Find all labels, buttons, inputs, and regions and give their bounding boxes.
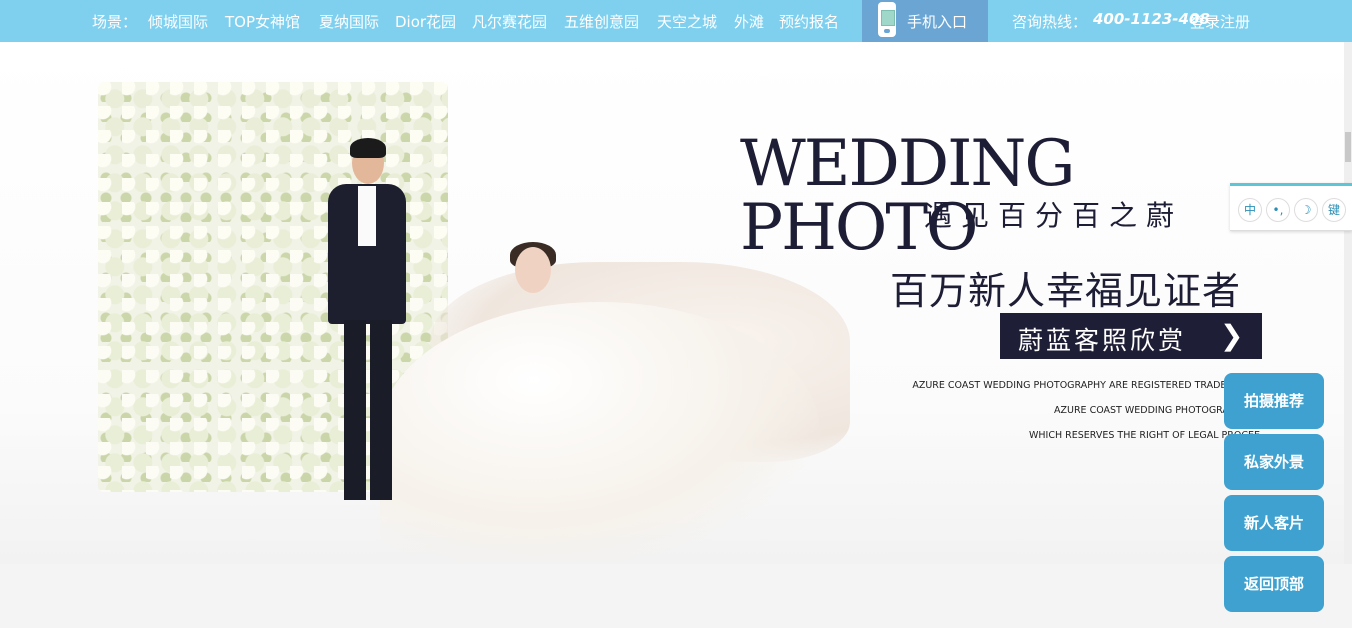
trademark-line: AZURE COAST WEDDING PHOTOGRAPHY W (1054, 404, 1260, 416)
mobile-entry-button[interactable]: 手机入口 (862, 0, 988, 42)
side-button-client-photos[interactable]: 新人客片 (1224, 495, 1324, 551)
ime-toolbar: 中 •, ☽ 键 (1230, 183, 1352, 231)
login-register-link[interactable]: 登录注册 (1190, 11, 1250, 32)
ime-chinese-toggle[interactable]: 中 (1238, 198, 1262, 222)
scrollbar-thumb[interactable] (1345, 132, 1351, 162)
ime-keyboard-toggle[interactable]: 键 (1322, 198, 1346, 222)
phone-qr-icon (878, 2, 896, 37)
nav-item-xiana[interactable]: 夏纳国际 (319, 11, 379, 32)
nav-item-top-goddess[interactable]: TOP女神馆 (225, 11, 300, 32)
hero-banner: WEDDING PHOTO 遇见百分百之蔚 百万新人幸福见证者 蔚蓝客照欣赏 ❯… (0, 42, 1344, 564)
page-scrollbar[interactable] (1344, 42, 1352, 564)
ime-halfwidth-toggle[interactable]: ☽ (1294, 198, 1318, 222)
chevron-right-icon: ❯ (1220, 319, 1244, 352)
top-navigation-bar: 场景： 倾城国际 TOP女神馆 夏纳国际 Dior花园 凡尔赛花园 五维创意园 … (0, 0, 1352, 42)
hotline-label: 咨询热线： (1012, 13, 1088, 31)
nav-item-dior-garden[interactable]: Dior花园 (395, 11, 456, 32)
mobile-entry-label: 手机入口 (907, 13, 968, 31)
bride-image (380, 242, 820, 562)
trademark-line: WHICH RESERVES THE RIGHT OF LEGAL PROCEE (1029, 429, 1260, 441)
groom-image (322, 138, 412, 512)
banner-slogan: 百万新人幸福见证者 (890, 269, 1242, 313)
nav-item-booking[interactable]: 预约报名 (779, 11, 839, 32)
nav-item-versailles[interactable]: 凡尔赛花园 (472, 11, 547, 32)
banner-subtitle: 遇见百分百之蔚 (924, 199, 1184, 232)
nav-item-wuwei[interactable]: 五维创意园 (564, 11, 639, 32)
side-button-private-outdoor[interactable]: 私家外景 (1224, 434, 1324, 490)
side-button-shooting-recommend[interactable]: 拍摄推荐 (1224, 373, 1324, 429)
trademark-notice: AZURE COAST WEDDING PHOTOGRAPHY ARE REGI… (860, 367, 1260, 455)
view-client-photos-label: 蔚蓝客照欣赏 (1018, 326, 1187, 355)
nav-item-sky-city[interactable]: 天空之城 (657, 11, 717, 32)
nav-item-bund[interactable]: 外滩 (734, 11, 764, 32)
side-button-back-to-top[interactable]: 返回顶部 (1224, 556, 1324, 612)
scene-label: 场景： (92, 13, 138, 31)
ime-punctuation-toggle[interactable]: •, (1266, 198, 1290, 222)
view-client-photos-button[interactable]: 蔚蓝客照欣赏 ❯ (1000, 313, 1262, 359)
nav-item-qingcheng[interactable]: 倾城国际 (148, 11, 208, 32)
trademark-line: AZURE COAST WEDDING PHOTOGRAPHY ARE REGI… (912, 379, 1260, 391)
